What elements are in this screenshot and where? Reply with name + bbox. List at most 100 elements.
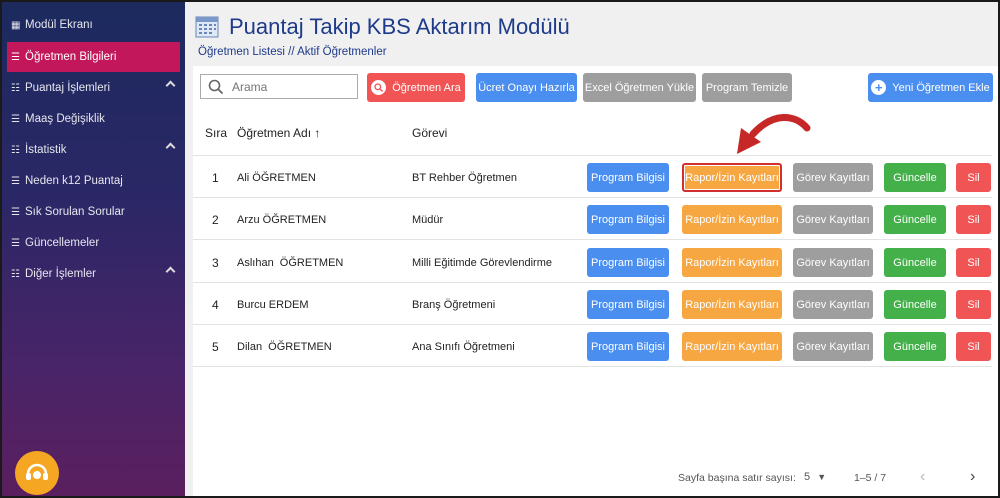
sidebar-item-label: Güncellemeler	[25, 237, 100, 249]
delete-button[interactable]: Sil	[956, 290, 991, 319]
delete-button[interactable]: Sil	[956, 248, 991, 277]
page-range: 1–5 / 7	[854, 472, 887, 484]
divider	[193, 239, 992, 240]
row-role: BT Rehber Öğretmen	[412, 172, 517, 184]
excel-upload-button[interactable]: Excel Öğretmen Yükle	[583, 73, 696, 102]
sidebar-item-label: Puantaj İşlemleri	[25, 82, 111, 94]
program-info-button[interactable]: Program Bilgisi	[587, 205, 669, 234]
report-leave-button[interactable]: Rapor/İzin Kayıtları	[682, 332, 782, 361]
row-role: Ana Sınıfı Öğretmeni	[412, 341, 515, 353]
sidebar-item-guncellemeler[interactable]: ☰ Güncellemeler	[7, 228, 180, 258]
list-icon: ☰	[11, 206, 20, 218]
list-icon: ☰	[11, 51, 20, 63]
report-leave-button[interactable]: Rapor/İzin Kayıtları	[682, 290, 782, 319]
sidebar-item-puantaj-islemleri[interactable]: ☷ Puantaj İşlemleri	[7, 73, 180, 103]
row-no: 5	[212, 340, 219, 354]
chevron-up-icon	[165, 142, 176, 153]
update-button[interactable]: Güncelle	[884, 163, 946, 192]
sidebar-item-label: Modül Ekranı	[25, 19, 93, 31]
program-info-button[interactable]: Program Bilgisi	[587, 248, 669, 277]
row-name: Arzu ÖĞRETMEN	[237, 214, 327, 226]
support-button[interactable]	[15, 451, 59, 495]
sidebar-item-label: Maaş Değişiklik	[25, 113, 105, 125]
sidebar: ▦ Modül Ekranı ☰ Öğretmen Bilgileri ☷ Pu…	[2, 2, 185, 496]
divider	[193, 324, 992, 325]
chevron-left-icon: ‹	[920, 468, 926, 485]
row-no: 2	[212, 213, 219, 227]
clear-program-label: Program Temizle	[705, 81, 789, 94]
list-icon: ☰	[11, 237, 20, 249]
chevron-up-icon	[165, 80, 176, 91]
sidebar-item-diger-islemler[interactable]: ☷ Diğer İşlemler	[7, 259, 180, 289]
search-teacher-label: Öğretmen Ara	[392, 81, 461, 94]
app-window: ▦ Modül Ekranı ☰ Öğretmen Bilgileri ☷ Pu…	[0, 0, 1000, 498]
rows-per-page-label: Sayfa başına satır sayısı:	[678, 472, 796, 484]
update-button[interactable]: Güncelle	[884, 248, 946, 277]
search-teacher-button[interactable]: Öğretmen Ara	[367, 73, 465, 102]
caret-down-icon: ▼	[817, 472, 827, 482]
report-leave-button[interactable]: Rapor/İzin Kayıtları	[682, 163, 782, 192]
duty-records-button[interactable]: Görev Kayıtları	[793, 332, 873, 361]
add-teacher-button[interactable]: + Yeni Öğretmen Ekle	[868, 73, 993, 102]
duty-records-button[interactable]: Görev Kayıtları	[793, 205, 873, 234]
sidebar-item-istatistik[interactable]: ☷ İstatistik	[7, 135, 180, 165]
salary-approval-button[interactable]: Ücret Onayı Hazırla	[476, 73, 577, 102]
chevron-up-icon	[165, 266, 176, 277]
report-leave-button[interactable]: Rapor/İzin Kayıtları	[682, 205, 782, 234]
add-teacher-label: Yeni Öğretmen Ekle	[892, 81, 990, 94]
row-no: 1	[212, 171, 219, 185]
list-sub-icon: ☷	[11, 82, 20, 94]
clear-program-button[interactable]: Program Temizle	[702, 73, 792, 102]
list-icon: ☰	[11, 113, 20, 125]
row-name: Burcu ERDEM	[237, 299, 309, 311]
sidebar-item-label: Öğretmen Bilgileri	[25, 51, 117, 63]
program-info-button[interactable]: Program Bilgisi	[587, 163, 669, 192]
update-button[interactable]: Güncelle	[884, 332, 946, 361]
toolbar: Öğretmen Ara Ücret Onayı Hazırla Excel Ö…	[193, 66, 998, 108]
delete-button[interactable]: Sil	[956, 163, 991, 192]
column-header-name[interactable]: Öğretmen Adı ↑	[237, 126, 320, 140]
sidebar-item-ogretmen-bilgileri[interactable]: ☰ Öğretmen Bilgileri	[7, 42, 180, 72]
page-header: Puantaj Takip KBS Aktarım Modülü Öğretme…	[185, 2, 998, 66]
prev-page-button[interactable]: ‹	[920, 468, 925, 486]
report-leave-button[interactable]: Rapor/İzin Kayıtları	[682, 248, 782, 277]
duty-records-button[interactable]: Görev Kayıtları	[793, 163, 873, 192]
grid-icon: ▦	[11, 19, 21, 31]
rows-per-page-select[interactable]: 5 ▼	[804, 471, 826, 483]
list-sub-icon: ☷	[11, 144, 20, 156]
page-title: Puantaj Takip KBS Aktarım Modülü	[229, 14, 570, 39]
sort-arrow-up-icon: ↑	[314, 126, 321, 140]
chevron-right-icon: ›	[970, 468, 976, 485]
salary-approval-label: Ücret Onayı Hazırla	[478, 81, 575, 94]
update-button[interactable]: Güncelle	[884, 290, 946, 319]
sidebar-item-maas-degisiklik[interactable]: ☰ Maaş Değişiklik	[7, 104, 180, 134]
column-header-name-label: Öğretmen Adı	[237, 126, 312, 140]
row-role: Branş Öğretmeni	[412, 299, 496, 311]
duty-records-button[interactable]: Görev Kayıtları	[793, 248, 873, 277]
program-info-button[interactable]: Program Bilgisi	[587, 290, 669, 319]
delete-button[interactable]: Sil	[956, 205, 991, 234]
headset-icon	[26, 463, 48, 480]
duty-records-button[interactable]: Görev Kayıtları	[793, 290, 873, 319]
excel-upload-label: Excel Öğretmen Yükle	[584, 81, 695, 94]
delete-button[interactable]: Sil	[956, 332, 991, 361]
program-info-button[interactable]: Program Bilgisi	[587, 332, 669, 361]
row-no: 4	[212, 298, 219, 312]
divider	[193, 282, 992, 283]
update-button[interactable]: Güncelle	[884, 205, 946, 234]
breadcrumb: Öğretmen Listesi // Aktif Öğretmenler	[198, 46, 387, 58]
sidebar-item-neden-k12[interactable]: ☰ Neden k12 Puantaj	[7, 166, 180, 196]
list-sub-icon: ☷	[11, 268, 20, 280]
search-input[interactable]	[232, 79, 352, 94]
main-content: Puantaj Takip KBS Aktarım Modülü Öğretme…	[185, 2, 998, 496]
sidebar-item-sss[interactable]: ☰ Sık Sorulan Sorular	[7, 197, 180, 227]
sidebar-item-label: Neden k12 Puantaj	[25, 175, 123, 187]
row-role: Müdür	[412, 214, 444, 226]
plus-icon: +	[871, 80, 887, 95]
next-page-button[interactable]: ›	[970, 468, 975, 486]
sidebar-item-modul-ekrani[interactable]: ▦ Modül Ekranı	[7, 10, 180, 40]
row-name: Ali ÖĞRETMEN	[237, 172, 316, 184]
row-no: 3	[212, 256, 219, 270]
row-role: Milli Eğitimde Görevlendirme	[412, 257, 552, 269]
annotation-arrow-icon	[737, 114, 811, 154]
